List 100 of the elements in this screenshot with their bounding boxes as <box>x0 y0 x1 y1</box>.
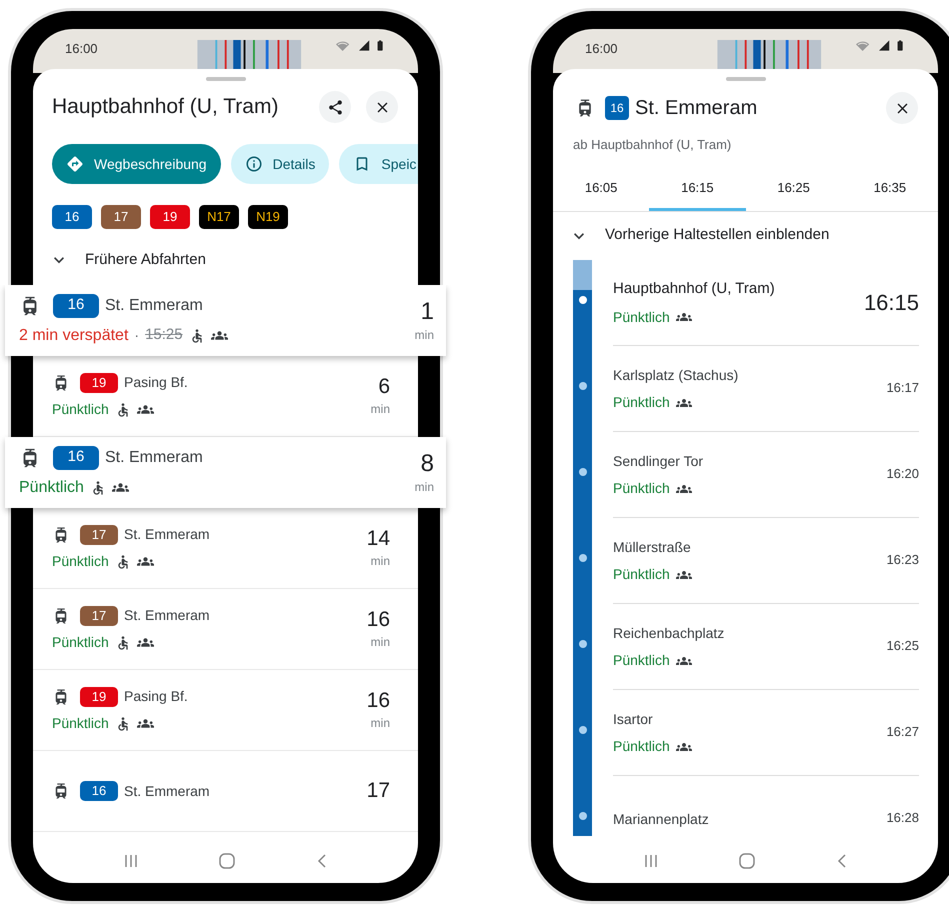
status-text: Pünktlich <box>52 633 109 652</box>
unit-text: min <box>370 553 390 570</box>
departure-row[interactable]: 16 St. Emmeram 2 min verspätet · 15:25 1 min <box>5 285 446 356</box>
place-title: Hauptbahnhof (U, Tram) <box>52 94 280 120</box>
line-badge: 17 <box>80 524 118 545</box>
status-text: Pünktlich <box>613 737 670 756</box>
status-text: Pünktlich <box>613 651 670 670</box>
close-button[interactable] <box>366 91 398 123</box>
destination-text: St. Emmeram <box>124 782 210 801</box>
stop-time: 16:20 <box>886 465 919 484</box>
minutes-text: 14 <box>366 526 390 552</box>
line-badge: 19 <box>80 372 118 393</box>
destination-text: Pasing Bf. <box>124 687 188 706</box>
stop-row[interactable]: Isartor Pünktlich 16:27 <box>613 690 919 776</box>
drag-handle[interactable] <box>206 77 246 81</box>
stop-name: Isartor <box>613 710 654 729</box>
line-badge: 16 <box>53 294 99 318</box>
stop-time: 16:17 <box>886 379 919 398</box>
line-badge: 16 <box>53 446 99 470</box>
toggle-text[interactable]: Vorherige Haltestellen einblenden <box>605 224 830 247</box>
separator-text: · <box>134 326 140 346</box>
minutes-text: 16 <box>366 688 390 714</box>
toggle-text[interactable]: Frühere Abfahrten <box>85 248 206 272</box>
back-icon[interactable] <box>316 853 328 869</box>
action-chip[interactable]: Wegbeschreibung <box>52 144 221 184</box>
action-chip[interactable]: Speic <box>339 144 418 184</box>
home-icon[interactable] <box>738 852 756 870</box>
destination-text: St. Emmeram <box>124 606 210 626</box>
wifi-icon <box>856 39 870 53</box>
line-badge: 17 <box>80 606 118 626</box>
stop-row[interactable]: Sendlinger Tor Pünktlich 16:20 <box>613 432 919 518</box>
minutes-text: 6 <box>378 374 390 400</box>
stop-time: 16:28 <box>886 809 919 828</box>
wifi-icon <box>336 39 350 53</box>
line-badge: 16 <box>605 96 629 120</box>
time-tab[interactable]: 16:25 <box>746 168 842 210</box>
departure-row[interactable]: 16 St. Emmeram Pünktlich 8 min <box>5 437 446 508</box>
info-icon <box>244 155 263 173</box>
passed-route-segment <box>573 260 592 290</box>
minutes-text: 1 <box>420 298 434 326</box>
route-subtitle: ab Hauptbahnhof (U, Tram) <box>572 136 732 154</box>
action-chip[interactable]: Details <box>230 144 330 184</box>
drag-handle[interactable] <box>726 77 766 81</box>
status-text: Pünktlich <box>613 308 670 327</box>
stop-row[interactable]: Karlsplatz (Stachus) Pünktlich 16:17 <box>613 346 919 432</box>
unit-text: min <box>370 715 390 732</box>
status-time: 16:00 <box>585 40 619 58</box>
share-icon <box>326 98 344 116</box>
stop-time: 16:23 <box>886 551 919 570</box>
status-text: Pünktlich <box>613 479 670 498</box>
time-tab[interactable]: 16:35 <box>842 168 938 210</box>
status-text: Pünktlich <box>52 400 109 420</box>
stop-name: Reichenbachplatz <box>613 624 726 643</box>
stop-name: Müllerstraße <box>613 538 692 557</box>
line-badge[interactable]: N17 <box>199 205 239 229</box>
line-badge[interactable]: 16 <box>52 205 92 229</box>
stop-row[interactable]: Müllerstraße Pünktlich 16:23 <box>613 518 919 604</box>
status-text: Pünktlich <box>613 393 670 412</box>
stop-time: 16:25 <box>886 637 919 656</box>
destination-text: St. Emmeram <box>105 296 203 316</box>
recent-apps-icon[interactable] <box>122 853 139 869</box>
status-text: Pünktlich <box>19 478 84 498</box>
time-tab[interactable]: 16:05 <box>553 168 650 210</box>
line-badge[interactable]: 19 <box>150 205 190 229</box>
status-time: 16:00 <box>65 40 99 58</box>
directions-icon <box>66 155 84 173</box>
status-text: Pünktlich <box>52 714 109 734</box>
close-button[interactable] <box>886 92 918 124</box>
stop-row[interactable]: Mariannenplatz 16:28 <box>613 776 919 836</box>
share-button[interactable] <box>319 91 351 123</box>
stop-row[interactable]: Hauptbahnhof (U, Tram) Pünktlich 16:15 <box>613 260 919 346</box>
status-text: Pünktlich <box>52 552 109 572</box>
line-badge[interactable]: N19 <box>248 205 288 229</box>
stop-time: 16:27 <box>886 723 919 742</box>
status-text: Pünktlich <box>613 565 670 584</box>
unit-text: min <box>414 326 434 344</box>
back-icon[interactable] <box>836 853 848 869</box>
scheduled-time: 15:25 <box>145 325 183 346</box>
stop-name: Karlsplatz (Stachus) <box>613 366 740 385</box>
line-badge: 16 <box>80 781 118 802</box>
minutes-text: 8 <box>420 450 434 478</box>
signal-icon <box>878 39 890 52</box>
time-tab[interactable]: 16:15 <box>649 168 746 210</box>
signal-icon <box>358 39 370 52</box>
line-badge[interactable]: 17 <box>101 205 141 229</box>
destination-text: St. Emmeram <box>124 525 210 544</box>
unit-text: min <box>370 401 390 418</box>
minutes-text: 17 <box>366 778 390 804</box>
unit-text: min <box>370 634 390 652</box>
route-title: St. Emmeram <box>635 96 758 121</box>
unit-text: min <box>414 478 434 496</box>
stop-name: Hauptbahnhof (U, Tram) <box>613 279 776 300</box>
destination-text: Pasing Bf. <box>124 373 188 392</box>
stop-row[interactable]: Reichenbachplatz Pünktlich 16:25 <box>613 604 919 690</box>
recent-apps-icon[interactable] <box>642 853 659 869</box>
home-icon[interactable] <box>218 852 236 870</box>
stop-time: 16:15 <box>864 288 919 316</box>
minutes-text: 16 <box>366 607 390 634</box>
line-badge: 19 <box>80 686 118 707</box>
stop-name: Mariannenplatz <box>613 810 710 829</box>
